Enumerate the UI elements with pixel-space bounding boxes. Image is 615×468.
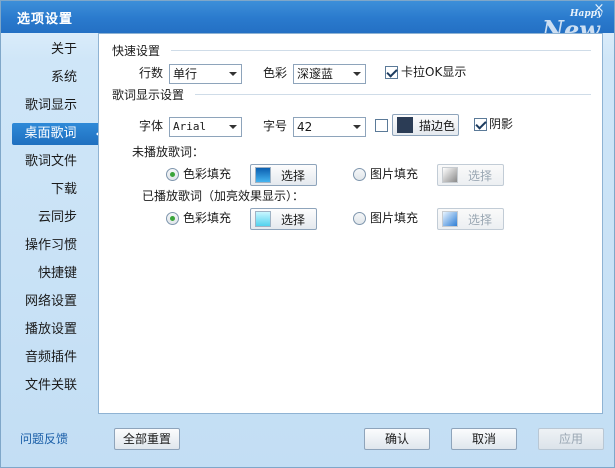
unplayed-title: 未播放歌词：	[132, 145, 205, 159]
chevron-down-icon	[349, 118, 365, 136]
unplayed-image-select-button[interactable]: 选择	[437, 164, 504, 186]
unplayed-color-swatch	[255, 167, 271, 183]
settings-panel: 快速设置 行数 单行 色彩 深邃蓝 卡拉OK显示 歌词显示设置 字体 Arial…	[98, 33, 603, 414]
outline-color-swatch	[397, 117, 413, 133]
rows-select[interactable]: 单行	[169, 64, 242, 84]
title-bar: 选项设置 Happy New ear ×	[1, 1, 614, 33]
sidebar: 关于 系统 歌词显示 桌面歌词 歌词文件 下载 云同步 操作习惯 快捷键 网络设…	[1, 33, 102, 468]
deco-new: New	[542, 15, 600, 33]
sidebar-item-download[interactable]: 下载	[1, 179, 99, 201]
unplayed-color-fill-label: 色彩填充	[183, 167, 232, 181]
unplayed-image-fill-label: 图片填充	[370, 167, 419, 181]
played-image-fill-radio[interactable]	[353, 212, 366, 225]
unplayed-color-select-button[interactable]: 选择	[250, 164, 317, 186]
reset-all-button[interactable]: 全部重置	[114, 428, 180, 450]
sidebar-item-about[interactable]: 关于	[1, 39, 99, 61]
chevron-down-icon	[349, 65, 365, 83]
color-value: 深邃蓝	[297, 67, 334, 81]
played-color-fill-radio[interactable]	[166, 212, 179, 225]
played-image-select-button[interactable]: 选择	[437, 208, 504, 230]
sidebar-item-hotkeys[interactable]: 快捷键	[1, 263, 99, 285]
played-image-fill-label: 图片填充	[370, 211, 419, 225]
karaoke-label: 卡拉OK显示	[401, 65, 467, 79]
section-divider	[195, 94, 591, 95]
font-select[interactable]: Arial	[169, 117, 242, 137]
played-title: 已播放歌词（加亮效果显示）：	[142, 189, 305, 203]
unplayed-color-button-label: 选择	[281, 168, 306, 183]
size-label: 字号	[263, 119, 288, 133]
karaoke-checkbox[interactable]	[385, 66, 398, 79]
unplayed-image-swatch	[442, 167, 458, 183]
ok-button[interactable]: 确认	[364, 428, 430, 450]
played-image-swatch	[442, 211, 458, 227]
size-value: 42	[297, 120, 313, 134]
outline-color-button[interactable]: 描边色	[392, 114, 459, 136]
chevron-down-icon	[225, 65, 241, 83]
sidebar-item-cloud-sync[interactable]: 云同步	[1, 207, 99, 229]
sidebar-item-lyrics-display[interactable]: 歌词显示	[1, 95, 99, 117]
outline-button-label: 描边色	[419, 118, 456, 133]
outline-checkbox[interactable]	[375, 119, 388, 132]
section-divider	[171, 50, 591, 51]
shadow-checkbox[interactable]	[474, 118, 487, 131]
sidebar-item-system[interactable]: 系统	[1, 67, 99, 89]
sidebar-item-lyrics-file[interactable]: 歌词文件	[1, 151, 99, 173]
played-color-button-label: 选择	[281, 212, 306, 227]
chevron-down-icon	[225, 118, 241, 136]
quick-settings-title: 快速设置	[112, 44, 161, 58]
sidebar-item-playback[interactable]: 播放设置	[1, 319, 99, 341]
rows-value: 单行	[173, 67, 198, 81]
color-select[interactable]: 深邃蓝	[293, 64, 366, 84]
feedback-link[interactable]: 问题反馈	[20, 430, 68, 447]
display-settings-title: 歌词显示设置	[112, 88, 185, 102]
sidebar-item-habits[interactable]: 操作习惯	[1, 235, 99, 257]
rows-label: 行数	[139, 66, 164, 80]
font-value: Arial	[173, 120, 207, 133]
options-dialog: 选项设置 Happy New ear × 关于 系统 歌词显示 桌面歌词 歌词文…	[0, 0, 615, 468]
played-color-fill-label: 色彩填充	[183, 211, 232, 225]
apply-button[interactable]: 应用	[538, 428, 604, 450]
unplayed-image-fill-radio[interactable]	[353, 168, 366, 181]
unplayed-color-fill-radio[interactable]	[166, 168, 179, 181]
sidebar-item-file-assoc[interactable]: 文件关联	[1, 375, 99, 397]
cancel-button[interactable]: 取消	[451, 428, 517, 450]
window-title: 选项设置	[17, 12, 74, 27]
close-icon[interactable]: ×	[592, 2, 606, 16]
played-color-swatch	[255, 211, 271, 227]
unplayed-image-button-label: 选择	[468, 168, 493, 183]
shadow-label: 阴影	[489, 117, 514, 131]
played-image-button-label: 选择	[468, 212, 493, 227]
sidebar-item-desktop-lyrics[interactable]: 桌面歌词	[12, 123, 102, 145]
font-label: 字体	[139, 119, 164, 133]
color-label: 色彩	[263, 66, 288, 80]
sidebar-item-audio-plugins[interactable]: 音频插件	[1, 347, 99, 369]
size-select[interactable]: 42	[293, 117, 366, 137]
sidebar-item-network[interactable]: 网络设置	[1, 291, 99, 313]
played-color-select-button[interactable]: 选择	[250, 208, 317, 230]
